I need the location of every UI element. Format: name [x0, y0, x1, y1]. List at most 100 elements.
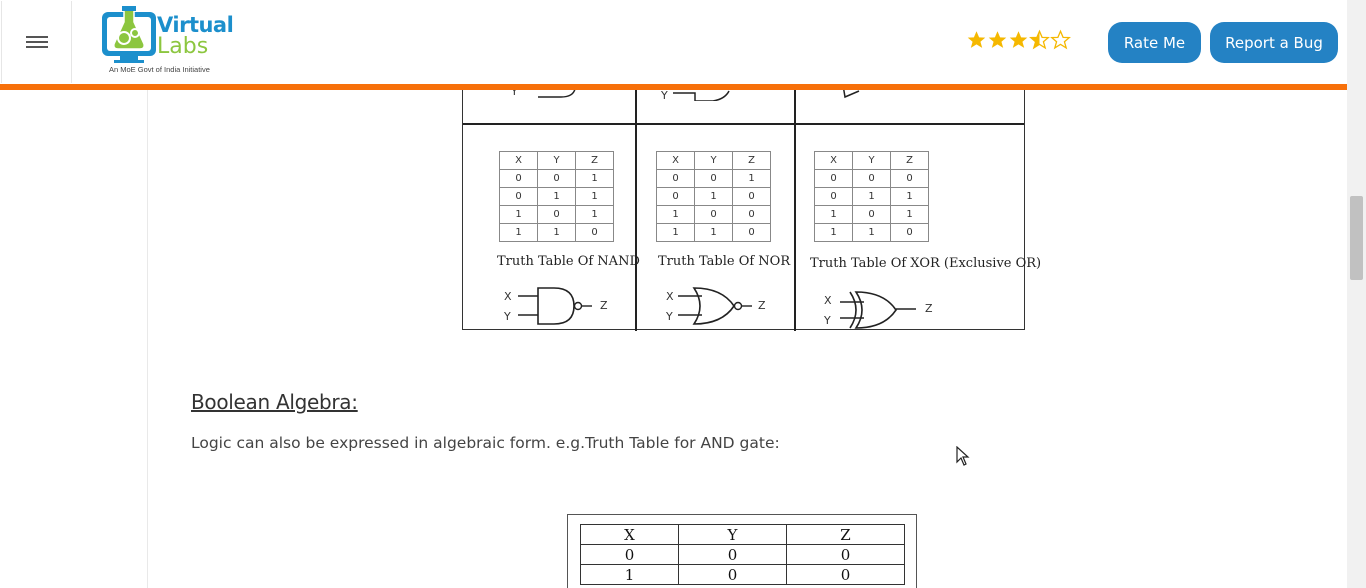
table-cell: 1: [852, 187, 891, 206]
table-cell: 1: [890, 205, 929, 224]
table-row: 000: [814, 169, 929, 188]
gate-output-label: Z: [758, 299, 766, 312]
table-row: XYZ: [656, 151, 771, 170]
menu-button[interactable]: [1, 1, 72, 83]
table-cell: 0: [656, 187, 695, 206]
section-paragraph: Logic can also be expressed in algebraic…: [191, 434, 780, 452]
nor-gate-symbol: X Y Z: [665, 287, 766, 325]
table-row: 110: [814, 223, 929, 242]
xor-truth-table: XYZ 000 011 101 110: [814, 151, 929, 242]
table-row: 101: [499, 205, 614, 224]
gate-input-label: X: [504, 290, 512, 303]
gate-input-label: Y: [660, 89, 668, 101]
star-empty-icon[interactable]: [1050, 29, 1071, 51]
table-cell: 1: [656, 223, 695, 242]
rate-me-button[interactable]: Rate Me: [1108, 22, 1201, 63]
rating-stars[interactable]: [966, 29, 1071, 51]
table-header: X: [580, 524, 679, 545]
table-header: Y: [852, 151, 891, 170]
figure-divider: [463, 123, 1024, 125]
and-truth-table: XYZ 000 100: [580, 524, 905, 585]
table-row: 101: [814, 205, 929, 224]
table-cell: 0: [732, 187, 771, 206]
table-cell: 1: [575, 169, 614, 188]
table-cell: 1: [852, 223, 891, 242]
table-cell: 1: [537, 187, 576, 206]
table-row: XYZ: [499, 151, 614, 170]
table-cell: 0: [890, 169, 929, 188]
logo-tagline: An MoE Govt of India Initiative: [109, 65, 210, 74]
xor-gate-symbol: X Y Z: [823, 291, 933, 329]
figure-divider: [635, 81, 637, 331]
table-row: 100: [580, 564, 905, 585]
table-cell: 1: [814, 205, 853, 224]
table-row: 110: [499, 223, 614, 242]
report-bug-button[interactable]: Report a Bug: [1210, 22, 1338, 63]
table-row: 000: [580, 544, 905, 565]
and-truth-table-figure: XYZ 000 100: [567, 514, 917, 588]
table-row: 011: [499, 187, 614, 206]
table-header: Z: [890, 151, 929, 170]
table-row: 110: [656, 223, 771, 242]
table-cell: 1: [537, 223, 576, 242]
table-header: X: [656, 151, 695, 170]
table-row: 001: [656, 169, 771, 188]
star-full-icon[interactable]: [1008, 29, 1029, 51]
table-cell: 1: [694, 223, 733, 242]
table-cell: 1: [499, 205, 538, 224]
table-row: XYZ: [814, 151, 929, 170]
gate-input-label: Y: [665, 310, 673, 323]
nand-caption: Truth Table Of NAND: [497, 254, 640, 269]
nand-truth-table: XYZ 001 011 101 110: [499, 151, 614, 242]
nor-truth-table: XYZ 001 010 100 110: [656, 151, 771, 242]
table-header: Y: [678, 524, 787, 545]
table-cell: 0: [537, 205, 576, 224]
star-half-icon[interactable]: [1029, 29, 1050, 51]
virtual-labs-logo[interactable]: Virtual Labs An MoE Govt of India Initia…: [96, 4, 256, 78]
table-cell: 0: [575, 223, 614, 242]
table-cell: 0: [499, 169, 538, 188]
table-cell: 1: [575, 205, 614, 224]
gate-input-label: X: [666, 290, 674, 303]
table-cell: 0: [537, 169, 576, 188]
gate-output-label: Z: [600, 299, 608, 312]
table-cell: 0: [852, 205, 891, 224]
table-header: Z: [575, 151, 614, 170]
header-accent-bar: [0, 84, 1347, 90]
table-row: XYZ: [580, 524, 905, 545]
table-cell: 0: [694, 205, 733, 224]
table-cell: 0: [732, 223, 771, 242]
scrollbar-thumb[interactable]: [1350, 196, 1363, 280]
table-cell: 0: [786, 564, 905, 585]
table-cell: 0: [814, 187, 853, 206]
table-cell: 0: [499, 187, 538, 206]
table-cell: 0: [732, 205, 771, 224]
table-cell: 0: [580, 544, 679, 565]
section-title: Boolean Algebra:: [191, 390, 358, 414]
gate-input-label: Y: [823, 314, 831, 327]
mouse-cursor-icon: [956, 446, 970, 466]
nor-caption: Truth Table Of NOR: [658, 254, 791, 269]
page-scrollbar[interactable]: [1347, 0, 1366, 588]
table-cell: 0: [814, 169, 853, 188]
table-header: X: [499, 151, 538, 170]
table-header: Y: [537, 151, 576, 170]
table-header: Y: [694, 151, 733, 170]
gate-input-label: X: [824, 294, 832, 307]
table-cell: 1: [732, 169, 771, 188]
table-row: 011: [814, 187, 929, 206]
table-cell: 1: [694, 187, 733, 206]
table-row: 100: [656, 205, 771, 224]
table-cell: 0: [890, 223, 929, 242]
table-cell: 0: [656, 169, 695, 188]
table-cell: 0: [852, 169, 891, 188]
hamburger-icon: [25, 33, 48, 51]
figure-divider: [794, 81, 796, 331]
star-full-icon[interactable]: [966, 29, 987, 51]
xor-caption: Truth Table Of XOR (Exclusive OR): [810, 256, 1042, 271]
nand-gate-symbol: X Y Z: [503, 287, 608, 325]
gate-output-label: Z: [925, 302, 933, 315]
star-full-icon[interactable]: [987, 29, 1008, 51]
table-cell: 1: [890, 187, 929, 206]
table-row: 010: [656, 187, 771, 206]
